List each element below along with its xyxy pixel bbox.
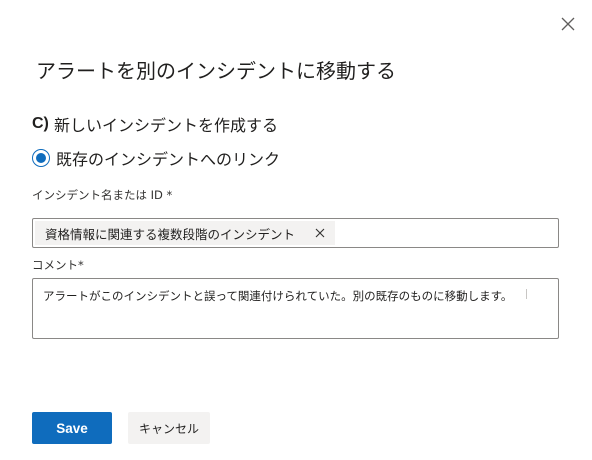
move-alert-dialog: アラートを別のインシデントに移動する C) 新しいインシデントを作成する 既存の… [0,0,592,460]
close-button[interactable] [556,12,580,36]
selected-incident-tag: 資格情報に関連する複数段階のインシデント [35,221,335,245]
option-create-new-label: 新しいインシデントを作成する [54,116,279,135]
option-link-existing-incident[interactable]: 既存のインシデントへのリンク [32,146,280,170]
save-button[interactable]: Save [32,412,112,444]
close-icon [561,17,575,31]
textarea-scroll-indicator [526,289,527,299]
radio-dot [36,153,46,163]
incident-picker-input[interactable]: 資格情報に関連する複数段階のインシデント [32,218,559,248]
option-create-new-incident[interactable]: C) 新しいインシデントを作成する [32,112,278,136]
cancel-button[interactable]: キャンセル [128,412,210,444]
option-link-existing-label: 既存のインシデントへのリンク [56,150,281,169]
comment-textarea[interactable]: アラートがこのインシデントと誤って関連付けられていた。別の既存のものに移動します… [32,278,559,339]
comment-label: コメント* [32,258,84,272]
dialog-title: アラートを別のインシデントに移動する [36,59,396,83]
option-prefix: C) [32,115,49,132]
close-icon [315,228,325,238]
incident-name-label: インシデント名または ID * [32,188,173,202]
selected-incident-tag-text: 資格情報に関連する複数段階のインシデント [45,226,296,242]
radio-button-selected[interactable] [32,149,50,167]
remove-tag-button[interactable] [313,226,327,240]
